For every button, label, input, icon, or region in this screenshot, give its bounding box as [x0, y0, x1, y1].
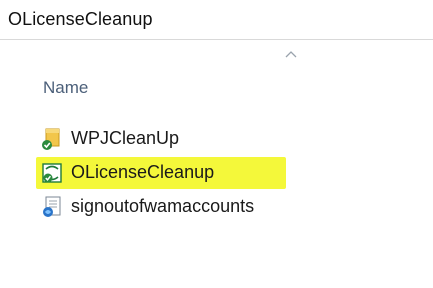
script-icon: [40, 195, 64, 219]
file-name: signoutofwamaccounts: [71, 196, 255, 216]
script-icon: [40, 161, 64, 185]
explorer-window: OLicenseCleanup Name WPJCleanUp OLicense…: [0, 0, 433, 288]
column-header-row: Name: [0, 41, 433, 107]
name-column-header[interactable]: Name: [43, 78, 88, 98]
file-row-wpjcleanup[interactable]: WPJCleanUp: [0, 122, 433, 156]
file-row-signoutofwamaccounts[interactable]: signoutofwamaccounts: [0, 190, 433, 224]
file-list: WPJCleanUp OLicenseCleanup signoutofwama…: [0, 122, 433, 224]
file-name: OLicenseCleanup: [71, 162, 215, 182]
file-name: WPJCleanUp: [71, 128, 180, 148]
chevron-up-icon[interactable]: [283, 47, 299, 59]
file-row-olicensecleanup[interactable]: OLicenseCleanup: [0, 156, 433, 190]
title-bar: OLicenseCleanup: [0, 0, 433, 40]
window-title: OLicenseCleanup: [8, 9, 153, 29]
folder-icon: [40, 127, 64, 151]
